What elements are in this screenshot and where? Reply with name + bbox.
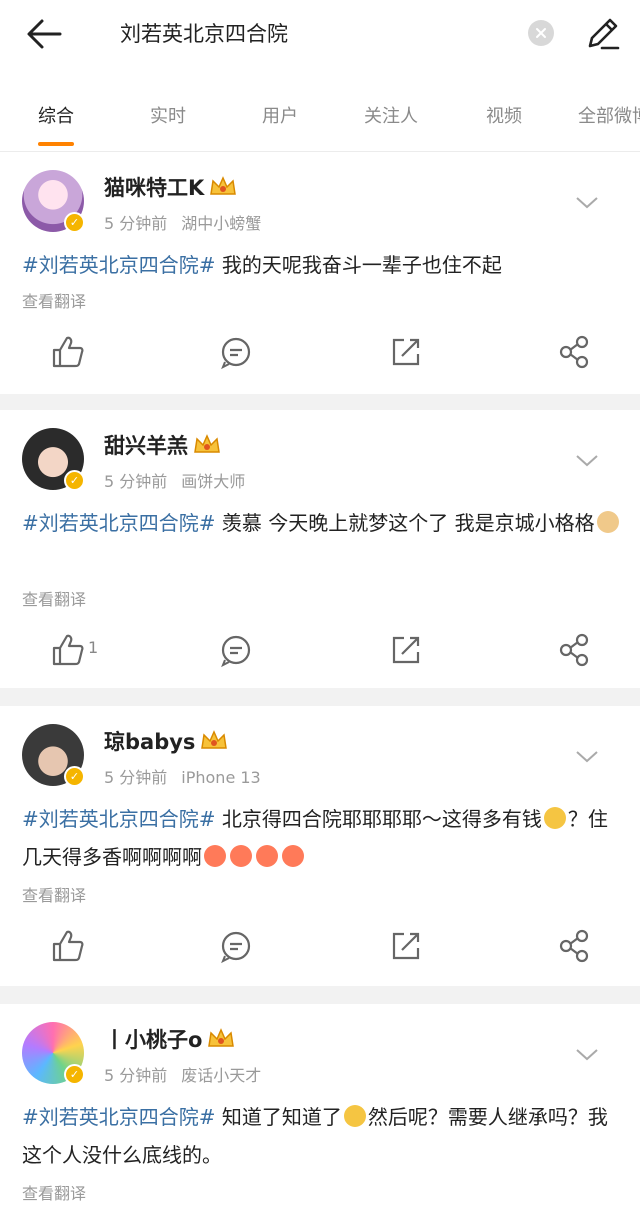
- drooling-emoji-icon: [256, 845, 278, 867]
- topic-link[interactable]: #刘若英北京四合院#: [22, 1105, 216, 1129]
- post-content: #刘若英北京四合院# 知道了知道了 然后呢？需要人继承吗？我这个人没什么底线的。: [22, 1098, 622, 1174]
- chevron-down-icon[interactable]: [574, 192, 600, 212]
- verified-badge-icon: ✓: [64, 766, 85, 787]
- topic-link[interactable]: #刘若英北京四合院#: [22, 253, 216, 277]
- post-text: 我的天呢我奋斗一辈子也住不起: [215, 253, 502, 277]
- crown-badge-icon: [201, 730, 228, 749]
- username-text[interactable]: 琼babys: [104, 730, 195, 754]
- post-time: 5 分钟前: [104, 768, 168, 787]
- smirk-emoji-icon: [343, 1105, 366, 1127]
- comment-icon[interactable]: [216, 926, 256, 966]
- tab-realtime[interactable]: 实时: [150, 102, 186, 128]
- drooling-emoji-icon: [230, 845, 252, 867]
- post-content: #刘若英北京四合院# 我的天呢我奋斗一辈子也住不起: [22, 246, 622, 284]
- doge-emoji-icon: [596, 511, 619, 533]
- comment-icon[interactable]: [216, 332, 256, 372]
- post-text: 北京得四合院耶耶耶耶～这得多有钱: [215, 807, 542, 831]
- tab-following[interactable]: 关注人: [364, 102, 418, 128]
- back-arrow-icon[interactable]: [24, 16, 64, 52]
- share-icon[interactable]: [554, 926, 594, 966]
- post-text: 知道了知道了: [215, 1105, 342, 1129]
- post-source: 废话小天才: [181, 1066, 262, 1085]
- post-source: 画饼大师: [181, 472, 246, 491]
- tab-video[interactable]: 视频: [486, 102, 522, 128]
- post-card: ✓ 丨小桃子o 5 分钟前 废话小天才 #刘若英北京四合院# 知道了知道了 然后呢？…: [0, 1004, 640, 1216]
- like-icon[interactable]: [48, 926, 88, 966]
- post-meta: 5 分钟前 湖中小螃蟹: [104, 210, 261, 234]
- repost-icon[interactable]: [386, 630, 426, 670]
- chevron-down-icon[interactable]: [574, 450, 600, 470]
- post-content: #刘若英北京四合院# 北京得四合院耶耶耶耶～这得多有钱 ？住几天得多香啊啊啊啊: [22, 800, 622, 876]
- tab-all-weibo[interactable]: 全部微博: [578, 102, 640, 128]
- like-icon[interactable]: [48, 332, 88, 372]
- tab-all[interactable]: 综合: [38, 102, 74, 128]
- repost-icon[interactable]: [386, 926, 426, 966]
- thinking-emoji-icon: [543, 807, 566, 829]
- post-card: ✓ 甜兴羊羔 5 分钟前 画饼大师 #刘若英北京四合院# 羡慕 今天晚上就梦这个了…: [0, 410, 640, 688]
- drooling-emoji-icon: [282, 845, 304, 867]
- username-text[interactable]: 甜兴羊羔: [104, 434, 188, 458]
- post-meta: 5 分钟前 iPhone 13: [104, 764, 261, 788]
- post-source: 湖中小螃蟹: [181, 214, 262, 233]
- post-meta: 5 分钟前 废话小天才: [104, 1062, 261, 1086]
- post-time: 5 分钟前: [104, 472, 168, 491]
- post-meta: 5 分钟前 画饼大师: [104, 468, 245, 492]
- search-tabs: 综合 实时 用户 关注人 视频 全部微博: [0, 70, 640, 152]
- share-icon[interactable]: [554, 630, 594, 670]
- username[interactable]: 猫咪特工K: [104, 172, 238, 202]
- post-source: iPhone 13: [181, 768, 261, 787]
- compose-icon[interactable]: [584, 14, 622, 52]
- username[interactable]: 甜兴羊羔: [104, 430, 222, 460]
- chevron-down-icon[interactable]: [574, 746, 600, 766]
- verified-badge-icon: ✓: [64, 212, 85, 233]
- share-icon[interactable]: [554, 332, 594, 372]
- comment-icon[interactable]: [216, 630, 256, 670]
- topic-link[interactable]: #刘若英北京四合院#: [22, 807, 216, 831]
- tab-users[interactable]: 用户: [262, 102, 298, 128]
- translate-link[interactable]: 查看翻译: [22, 882, 86, 906]
- like-icon[interactable]: [48, 630, 88, 670]
- post-card: ✓ 琼babys 5 分钟前 iPhone 13 #刘若英北京四合院# 北京得四合…: [0, 706, 640, 986]
- like-count: 1: [88, 638, 99, 657]
- username-text[interactable]: 丨小桃子o: [104, 1028, 202, 1052]
- post-card: ✓ 猫咪特工K 5 分钟前 湖中小螃蟹 #刘若英北京四合院# 我的天呢我奋斗一辈子…: [0, 152, 640, 394]
- username[interactable]: 琼babys: [104, 726, 229, 756]
- post-content: #刘若英北京四合院# 羡慕 今天晚上就梦这个了 我是京城小格格: [22, 504, 622, 542]
- post-actions: 1: [0, 630, 640, 670]
- verified-badge-icon: ✓: [64, 1064, 85, 1085]
- translate-link[interactable]: 查看翻译: [22, 586, 86, 610]
- top-bar: 刘若英北京四合院: [0, 0, 640, 70]
- post-actions: [0, 332, 640, 372]
- post-time: 5 分钟前: [104, 1066, 168, 1085]
- username[interactable]: 丨小桃子o: [104, 1024, 236, 1054]
- username-text[interactable]: 猫咪特工K: [104, 176, 204, 200]
- post-time: 5 分钟前: [104, 214, 168, 233]
- translate-link[interactable]: 查看翻译: [22, 1180, 86, 1204]
- crown-badge-icon: [208, 1028, 235, 1047]
- search-query-text[interactable]: 刘若英北京四合院: [120, 18, 288, 50]
- crown-badge-icon: [194, 434, 220, 453]
- topic-link[interactable]: #刘若英北京四合院#: [22, 511, 216, 535]
- chevron-down-icon[interactable]: [574, 1044, 600, 1064]
- repost-icon[interactable]: [386, 332, 426, 372]
- drooling-emoji-icon: [204, 845, 226, 867]
- post-actions: [0, 926, 640, 966]
- translate-link[interactable]: 查看翻译: [22, 288, 86, 312]
- clear-icon[interactable]: [528, 20, 554, 46]
- verified-badge-icon: ✓: [64, 470, 85, 491]
- active-tab-indicator: [38, 142, 74, 146]
- crown-badge-icon: [210, 176, 237, 195]
- post-text: 羡慕 今天晚上就梦这个了 我是京城小格格: [215, 511, 595, 535]
